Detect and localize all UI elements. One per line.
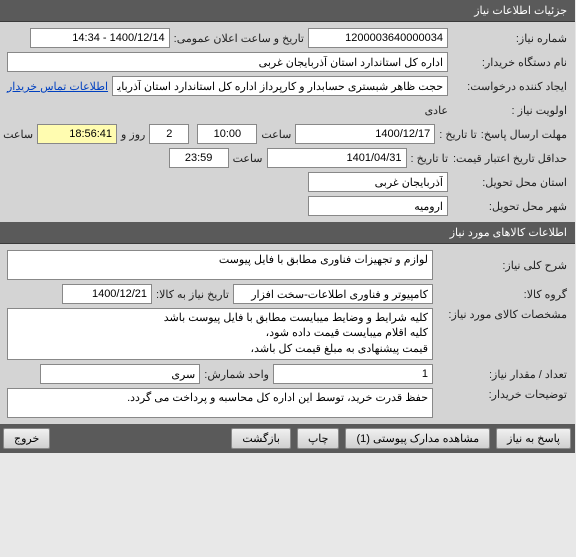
goods-group-field[interactable] [234, 284, 434, 304]
exit-button[interactable]: خروج [4, 428, 51, 449]
validity-time-field[interactable] [170, 148, 230, 168]
unit-label: واحد شمارش: [205, 368, 270, 381]
print-button[interactable]: چاپ [298, 428, 341, 449]
deadline-time-field[interactable] [198, 124, 258, 144]
goods-info-header: اطلاعات کالاهای مورد نیاز [0, 222, 576, 244]
general-desc-label: شرح کلی نیاز: [438, 259, 568, 272]
need-goods-date-label: تاریخ نیاز به کالا: [157, 288, 230, 301]
need-info-header: جزئیات اطلاعات نیاز [0, 0, 576, 22]
to-date-label: تا تاریخ : [440, 128, 477, 141]
deadline-date-field[interactable] [296, 124, 436, 144]
goods-group-label: گروه کالا: [438, 288, 568, 301]
unit-field[interactable] [41, 364, 201, 384]
validity-date-field[interactable] [268, 148, 408, 168]
province-label: استان محل تحویل: [453, 176, 568, 189]
hours-left-label: ساعت باقی مانده [0, 128, 34, 141]
need-no-field[interactable] [309, 28, 449, 48]
need-goods-date-field[interactable] [63, 284, 153, 304]
creator-label: ایجاد کننده درخواست: [453, 80, 568, 93]
general-desc-field[interactable] [8, 250, 434, 280]
announce-date-field[interactable] [31, 28, 171, 48]
validity-label: حداقل تاریخ اعتبار قیمت: [453, 152, 568, 165]
goods-spec-label: مشخصات کالای مورد نیاز: [438, 308, 568, 321]
priority-value: عادی [426, 104, 449, 117]
need-info-form: شماره نیاز: تاریخ و ساعت اعلان عمومی: نا… [0, 22, 576, 222]
footer-toolbar: پاسخ به نیاز مشاهده مدارک پیوستی (1) چاپ… [0, 424, 576, 453]
buyer-org-label: نام دستگاه خریدار: [453, 56, 568, 69]
time-left-field [38, 124, 118, 144]
buyer-org-field[interactable] [8, 52, 449, 72]
need-no-label: شماره نیاز: [453, 32, 568, 45]
days-and-label: روز و [122, 128, 146, 141]
priority-label: اولویت نیاز : [453, 104, 568, 117]
buyer-notes-label: توضیحات خریدار: [438, 388, 568, 401]
goods-info-form: شرح کلی نیاز: گروه کالا: تاریخ نیاز به ک… [0, 244, 576, 424]
announce-date-label: تاریخ و ساعت اعلان عمومی: [175, 32, 305, 45]
hour-label-2: ساعت [234, 152, 264, 165]
city-label: شهر محل تحویل: [453, 200, 568, 213]
creator-field[interactable] [113, 76, 449, 96]
qty-label: تعداد / مقدار نیاز: [438, 368, 568, 381]
to-date-label-2: تا تاریخ : [412, 152, 449, 165]
buyer-notes-field[interactable] [8, 388, 434, 418]
deadline-label: مهلت ارسال پاسخ: [482, 128, 568, 141]
hour-label-1: ساعت [262, 128, 292, 141]
goods-spec-field[interactable]: کلیه شرایط و وضایط میبایست مطابق با فایل… [8, 308, 434, 360]
province-field[interactable] [309, 172, 449, 192]
contact-link[interactable]: اطلاعات تماس خریدار [8, 80, 109, 93]
attachments-button[interactable]: مشاهده مدارک پیوستی (1) [346, 428, 491, 449]
respond-button[interactable]: پاسخ به نیاز [497, 428, 572, 449]
days-left-field [150, 124, 190, 144]
back-button[interactable]: بازگشت [232, 428, 292, 449]
qty-field[interactable] [274, 364, 434, 384]
city-field[interactable] [309, 196, 449, 216]
